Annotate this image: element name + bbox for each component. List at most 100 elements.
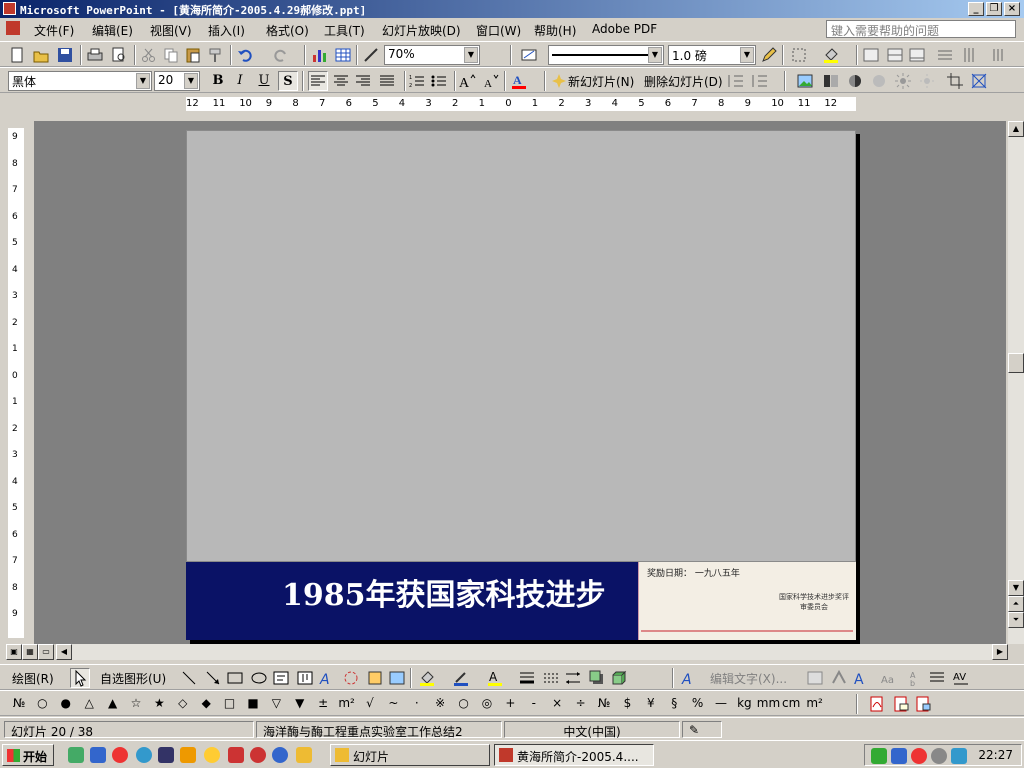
slide-design-icon[interactable] — [520, 46, 538, 64]
line-spacing-icon[interactable] — [726, 72, 744, 90]
menu-adobe-pdf[interactable]: Adobe PDF — [592, 22, 657, 36]
symbol-button[interactable]: ▽ — [265, 696, 287, 710]
normal-view-icon[interactable]: ▣ — [6, 644, 22, 660]
convert-to-pdf-icon[interactable] — [868, 695, 886, 713]
pet-icon[interactable] — [204, 747, 220, 763]
start-button[interactable]: 开始 — [2, 744, 54, 766]
symbol-button[interactable]: ★ — [148, 696, 170, 710]
font-color-icon[interactable]: A — [510, 72, 528, 90]
network-icon[interactable] — [272, 747, 288, 763]
new-icon[interactable] — [8, 46, 26, 64]
distribute-columns-icon[interactable] — [960, 46, 978, 64]
slide-canvas[interactable]: 1985年获国家科技进步 奖励日期： 一九八五年 国家科学技术进步奖评审委员会 — [186, 130, 856, 640]
align-center-icon[interactable] — [332, 72, 350, 90]
symbol-button[interactable]: cm — [780, 696, 802, 710]
font-select[interactable]: 黑体 ▼ — [8, 71, 152, 91]
slide-caption[interactable]: 1985年获国家科技进步 — [282, 570, 606, 614]
wordart-vertical-icon[interactable]: Ab — [906, 669, 924, 688]
redo-icon[interactable] — [272, 46, 290, 64]
save-icon[interactable] — [56, 46, 74, 64]
restore-button[interactable]: ❐ — [986, 2, 1002, 16]
less-brightness-icon[interactable] — [918, 72, 936, 90]
help-search-input[interactable]: 键入需要帮助的问题 — [826, 20, 1016, 38]
symbol-button[interactable]: ☆ — [125, 696, 147, 710]
align-left-icon[interactable] — [308, 71, 328, 91]
zoom-select[interactable]: 70% ▼ — [384, 45, 480, 65]
print-preview-icon[interactable] — [110, 46, 128, 64]
symbol-button[interactable]: mm — [757, 696, 780, 710]
tray-qq-icon[interactable] — [911, 748, 927, 764]
symbol-button[interactable]: m² — [804, 696, 826, 710]
align-bottom-table-icon[interactable] — [908, 46, 926, 64]
tray-volume-icon[interactable] — [931, 748, 947, 764]
menu-view[interactable]: 视图(V) — [150, 22, 192, 39]
format-painter-icon[interactable] — [206, 46, 224, 64]
select-pointer-icon[interactable] — [70, 668, 90, 688]
align-center-table-icon[interactable] — [886, 46, 904, 64]
horizontal-scrollbar[interactable]: ◀ ▶ — [56, 644, 1008, 660]
vertical-scrollbar[interactable]: ▲ ▼ ⏶ ⏷ — [1008, 121, 1024, 644]
symbol-button[interactable]: $ — [616, 696, 638, 710]
symbol-button[interactable]: · — [406, 696, 428, 710]
previous-slide-icon[interactable]: ⏶ — [1008, 596, 1024, 612]
fill-bucket-icon[interactable] — [418, 669, 436, 687]
align-left-table-icon[interactable] — [862, 46, 880, 64]
distribute-rows-icon[interactable] — [936, 46, 954, 64]
symbol-button[interactable]: ◎ — [476, 696, 498, 710]
grayscale-icon[interactable] — [362, 46, 380, 64]
symbol-button[interactable]: ÷ — [570, 696, 592, 710]
wordart-edit-icon[interactable]: A — [680, 669, 698, 688]
oval-tool-icon[interactable] — [250, 669, 268, 687]
shadow-button[interactable]: S — [278, 71, 298, 91]
copy-icon[interactable] — [162, 46, 180, 64]
rectangle-tool-icon[interactable] — [226, 669, 244, 687]
paragraph-spacing-icon[interactable] — [750, 72, 768, 90]
draw-menu[interactable]: 绘图(R) — [12, 670, 54, 687]
table-options-icon[interactable] — [990, 46, 1008, 64]
line-weight-select[interactable]: 1.0 磅 ▼ — [668, 45, 756, 65]
pencil-icon[interactable] — [760, 46, 778, 64]
ie-browser-icon[interactable] — [90, 747, 106, 763]
spelling-status-icon[interactable]: ✎ — [682, 721, 722, 738]
undo-icon[interactable] — [236, 46, 254, 64]
arrow-tool-icon[interactable] — [204, 669, 222, 687]
paste-icon[interactable] — [184, 46, 202, 64]
next-slide-icon[interactable]: ⏷ — [1008, 612, 1024, 628]
award-certificate-image[interactable]: 奖励日期： 一九八五年 国家科学技术进步奖评审委员会 — [638, 562, 856, 640]
scroll-down-icon[interactable]: ▼ — [1008, 580, 1024, 596]
pdf-review-icon[interactable] — [914, 695, 932, 713]
wordart-gallery-icon[interactable] — [806, 669, 824, 687]
picture-icon[interactable] — [388, 669, 406, 687]
symbol-button[interactable]: × — [546, 696, 568, 710]
draw-font-color-icon[interactable]: A — [486, 669, 504, 687]
symbol-button[interactable]: ± — [312, 696, 334, 710]
symbol-button[interactable]: ▲ — [102, 696, 124, 710]
menu-edit[interactable]: 编辑(E) — [92, 22, 133, 39]
shadow-style-icon[interactable] — [588, 669, 606, 687]
symbol-button[interactable]: ○ — [453, 696, 475, 710]
insert-picture-icon[interactable] — [796, 72, 814, 90]
scroll-thumb[interactable] — [1008, 353, 1024, 373]
textbox-icon[interactable] — [272, 669, 290, 687]
underline-button[interactable]: U — [254, 71, 274, 91]
numbering-icon[interactable]: 12 — [408, 72, 426, 90]
security-icon[interactable] — [250, 747, 266, 763]
scroll-right-icon[interactable]: ▶ — [992, 644, 1008, 660]
dash-style-icon[interactable] — [542, 669, 560, 687]
italic-button[interactable]: I — [230, 71, 250, 91]
symbol-button[interactable]: ~ — [382, 696, 404, 710]
new-slide-icon[interactable] — [550, 72, 568, 90]
symbol-button[interactable]: № — [593, 696, 615, 710]
taskbar-powerpoint-window[interactable]: 黄海所简介-2005.4.... — [494, 744, 654, 766]
open-icon[interactable] — [32, 46, 50, 64]
symbol-button[interactable]: ◆ — [195, 696, 217, 710]
symbol-button[interactable]: — — [710, 696, 732, 710]
explorer-shortcut-icon[interactable] — [228, 747, 244, 763]
symbol-button[interactable]: ▼ — [289, 696, 311, 710]
scroll-left-icon[interactable]: ◀ — [56, 644, 72, 660]
edit-text-button[interactable]: 编辑文字(X)... — [710, 670, 787, 687]
wordart-alignment-icon[interactable] — [928, 669, 946, 687]
menu-tools[interactable]: 工具(T) — [324, 22, 365, 39]
symbol-button[interactable]: ■ — [242, 696, 264, 710]
show-desktop-icon[interactable] — [68, 747, 84, 763]
